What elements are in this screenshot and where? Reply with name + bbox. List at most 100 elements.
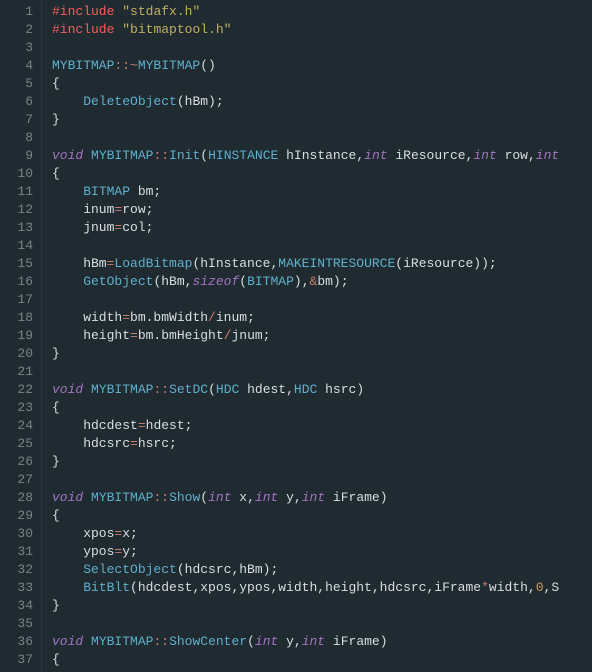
token-plain: x,: [232, 490, 255, 505]
line-number: 31: [4, 543, 33, 561]
code-line[interactable]: hdcdest=hdest;: [52, 417, 592, 435]
code-area[interactable]: #include "stdafx.h"#include "bitmaptool.…: [42, 0, 592, 672]
token-op: ::: [153, 634, 169, 649]
token-op: /: [208, 310, 216, 325]
token-op: =: [138, 418, 146, 433]
code-line[interactable]: [52, 363, 592, 381]
token-type: MYBITMAP: [91, 490, 153, 505]
token-plain: inum: [52, 202, 114, 217]
token-plain: hBm: [52, 256, 107, 271]
code-line[interactable]: #include "bitmaptool.h": [52, 21, 592, 39]
token-plain: col;: [122, 220, 153, 235]
token-plain: hdcsrc: [52, 436, 130, 451]
code-line[interactable]: [52, 615, 592, 633]
token-plain: (: [208, 382, 216, 397]
token-plain: {: [52, 76, 60, 91]
token-plain: {: [52, 508, 60, 523]
token-num: 0: [536, 580, 544, 595]
code-editor: 1234567891011121314151617181920212223242…: [0, 0, 592, 672]
token-kw: int: [255, 634, 278, 649]
line-number: 32: [4, 561, 33, 579]
token-fn: Show: [169, 490, 200, 505]
token-plain: }: [52, 346, 60, 361]
line-number: 6: [4, 93, 33, 111]
code-line[interactable]: SelectObject(hdcsrc,hBm);: [52, 561, 592, 579]
code-line[interactable]: BITMAP bm;: [52, 183, 592, 201]
code-line[interactable]: width=bm.bmWidth/inum;: [52, 309, 592, 327]
code-line[interactable]: jnum=col;: [52, 219, 592, 237]
token-plain: [83, 634, 91, 649]
token-type: MYBITMAP: [91, 634, 153, 649]
token-plain: [52, 580, 83, 595]
code-line[interactable]: }: [52, 345, 592, 363]
token-kw: void: [52, 148, 83, 163]
line-number-gutter: 1234567891011121314151617181920212223242…: [0, 0, 42, 672]
token-op: ::: [153, 382, 169, 397]
code-line[interactable]: xpos=x;: [52, 525, 592, 543]
token-plain: ,S: [544, 580, 560, 595]
code-line[interactable]: hdcsrc=hsrc;: [52, 435, 592, 453]
code-line[interactable]: {: [52, 165, 592, 183]
line-number: 17: [4, 291, 33, 309]
line-number: 20: [4, 345, 33, 363]
token-plain: (): [200, 58, 216, 73]
code-line[interactable]: void MYBITMAP::ShowCenter(int y,int iFra…: [52, 633, 592, 651]
token-str: "stdafx.h": [122, 4, 200, 19]
code-line[interactable]: [52, 291, 592, 309]
token-plain: hdcdest: [52, 418, 138, 433]
code-line[interactable]: MYBITMAP::~MYBITMAP(): [52, 57, 592, 75]
code-line[interactable]: [52, 471, 592, 489]
token-plain: (: [239, 274, 247, 289]
line-number: 24: [4, 417, 33, 435]
token-plain: (: [200, 490, 208, 505]
code-line[interactable]: BitBlt(hdcdest,xpos,ypos,width,height,hd…: [52, 579, 592, 597]
code-line[interactable]: }: [52, 597, 592, 615]
token-type: MYBITMAP: [52, 58, 114, 73]
line-number: 8: [4, 129, 33, 147]
line-number: 2: [4, 21, 33, 39]
token-plain: [83, 490, 91, 505]
code-line[interactable]: ypos=y;: [52, 543, 592, 561]
token-plain: (hdcdest,xpos,ypos,width,height,hdcsrc,i…: [130, 580, 481, 595]
code-line[interactable]: [52, 237, 592, 255]
code-line[interactable]: [52, 39, 592, 57]
code-line[interactable]: }: [52, 453, 592, 471]
code-line[interactable]: void MYBITMAP::Show(int x,int y,int iFra…: [52, 489, 592, 507]
code-line[interactable]: }: [52, 111, 592, 129]
token-kw: sizeof: [192, 274, 239, 289]
token-plain: ypos: [52, 544, 114, 559]
code-line[interactable]: void MYBITMAP::SetDC(HDC hdest,HDC hsrc): [52, 381, 592, 399]
token-plain: x;: [122, 526, 138, 541]
code-line[interactable]: void MYBITMAP::Init(HINSTANCE hInstance,…: [52, 147, 592, 165]
code-line[interactable]: {: [52, 507, 592, 525]
code-line[interactable]: inum=row;: [52, 201, 592, 219]
code-line[interactable]: #include "stdafx.h": [52, 3, 592, 21]
line-number: 35: [4, 615, 33, 633]
code-line[interactable]: height=bm.bmHeight/jnum;: [52, 327, 592, 345]
token-kw: void: [52, 382, 83, 397]
code-line[interactable]: GetObject(hBm,sizeof(BITMAP),&bm);: [52, 273, 592, 291]
token-str: "bitmaptool.h": [122, 22, 231, 37]
token-plain: bm.bmHeight: [138, 328, 224, 343]
line-number: 33: [4, 579, 33, 597]
token-fn: ShowCenter: [169, 634, 247, 649]
token-plain: [52, 184, 83, 199]
code-line[interactable]: [52, 129, 592, 147]
line-number: 4: [4, 57, 33, 75]
token-op: =: [122, 310, 130, 325]
token-op: ::: [153, 490, 169, 505]
token-plain: [52, 274, 83, 289]
token-plain: {: [52, 166, 60, 181]
code-line[interactable]: hBm=LoadBitmap(hInstance,MAKEINTRESOURCE…: [52, 255, 592, 273]
code-line[interactable]: DeleteObject(hBm);: [52, 93, 592, 111]
code-line[interactable]: {: [52, 75, 592, 93]
token-op: ::~: [114, 58, 137, 73]
code-line[interactable]: {: [52, 651, 592, 669]
token-plain: bm);: [317, 274, 348, 289]
token-plain: (hdcsrc,hBm);: [177, 562, 278, 577]
token-plain: inum;: [216, 310, 255, 325]
token-kw: void: [52, 490, 83, 505]
token-plain: hdest,: [239, 382, 294, 397]
code-line[interactable]: {: [52, 399, 592, 417]
token-plain: {: [52, 652, 60, 667]
